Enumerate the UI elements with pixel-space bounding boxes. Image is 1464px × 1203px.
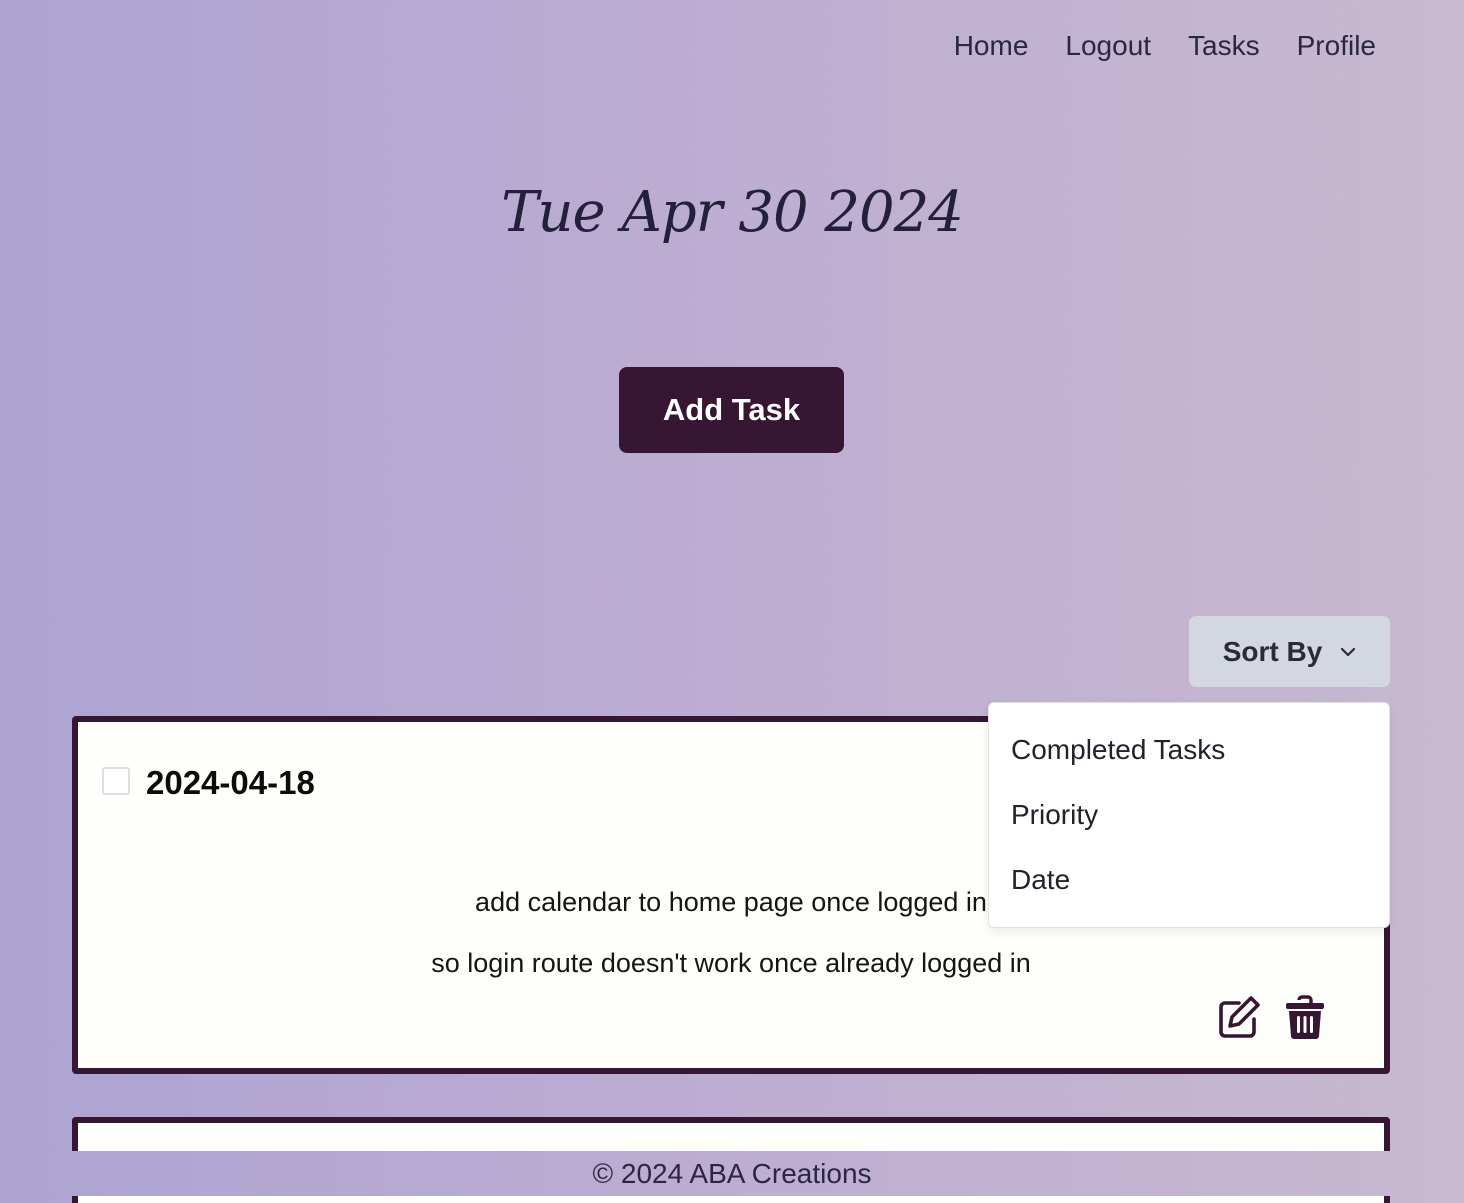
nav-logout-link[interactable]: Logout — [1065, 30, 1151, 62]
nav-tasks-link[interactable]: Tasks — [1188, 30, 1260, 62]
task-description-line: so login route doesn't work once already… — [431, 948, 1031, 978]
edit-icon[interactable] — [1217, 994, 1261, 1040]
page-title-date: Tue Apr 30 2024 — [501, 180, 964, 245]
sort-dropdown-menu: Completed Tasks Priority Date — [988, 702, 1390, 928]
sort-option-completed[interactable]: Completed Tasks — [1011, 734, 1225, 766]
task-date: 2024-04-18 — [146, 764, 315, 801]
top-nav: Home Logout Tasks Profile — [954, 30, 1376, 62]
sort-by-button[interactable]: Sort By — [1189, 616, 1390, 687]
sort-by-label: Sort By — [1222, 635, 1323, 667]
add-task-button[interactable]: Add Task — [619, 367, 844, 453]
sort-option-priority[interactable]: Priority — [1011, 799, 1098, 831]
footer-copyright: © 2024 ABA Creations — [0, 1151, 1464, 1196]
task-actions — [1217, 994, 1327, 1040]
sort-option-date[interactable]: Date — [1011, 864, 1070, 896]
task-complete-checkbox[interactable] — [102, 767, 130, 795]
nav-profile-link[interactable]: Profile — [1297, 30, 1376, 62]
trash-icon[interactable] — [1283, 994, 1327, 1040]
nav-home-link[interactable]: Home — [954, 30, 1029, 62]
chevron-down-icon — [1341, 647, 1356, 656]
